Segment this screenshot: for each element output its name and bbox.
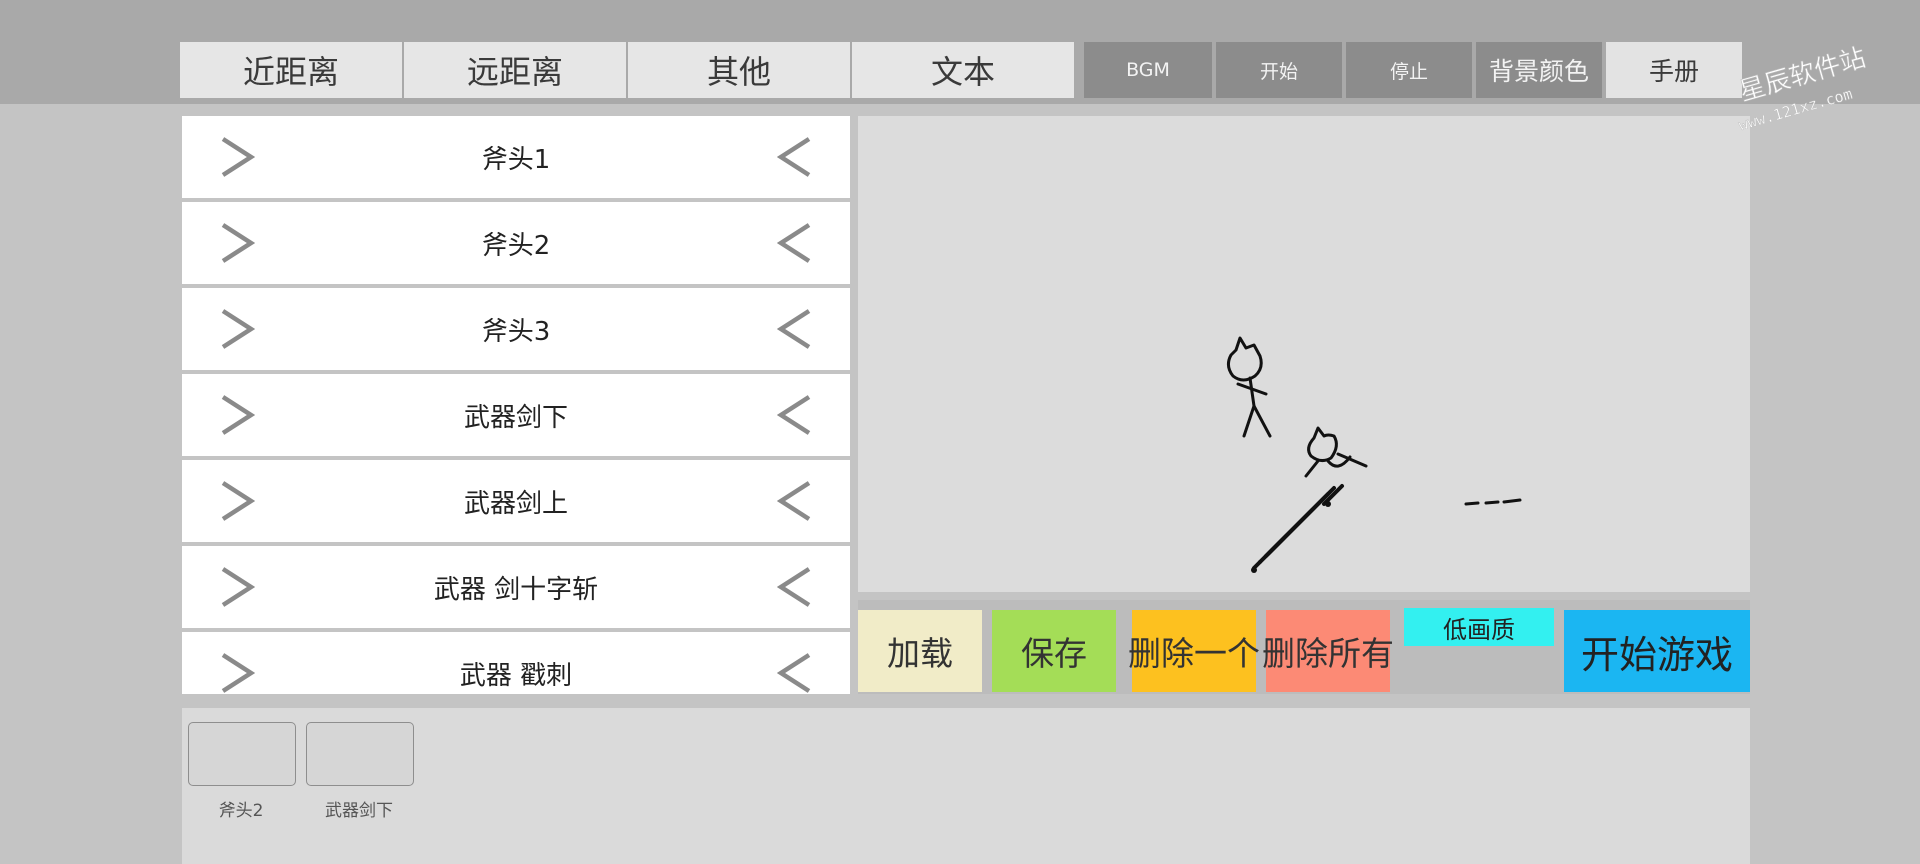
load-button[interactable]: 加载: [858, 610, 982, 692]
preview-canvas[interactable]: [858, 116, 1750, 592]
chevron-right-icon[interactable]: [212, 202, 262, 284]
action-list: 斧头1 斧头2 斧头3 武器剑下武器剑上武器 剑十字斩 武器 戳刺: [182, 116, 850, 694]
timeline-slot[interactable]: [188, 722, 296, 786]
chevron-right-icon[interactable]: [212, 546, 262, 628]
delete-one-button[interactable]: 删除一个: [1128, 610, 1260, 692]
timeline-slot[interactable]: [306, 722, 414, 786]
timeline-slot-label: 斧头2: [218, 801, 264, 821]
tab-ranged[interactable]: 远距离: [404, 42, 626, 98]
play-button[interactable]: 开始: [1216, 42, 1342, 98]
delete-all-button[interactable]: 删除所有: [1262, 610, 1394, 692]
chevron-right-icon[interactable]: [212, 460, 262, 542]
tab-text[interactable]: 文本: [852, 42, 1074, 98]
sword: [1252, 484, 1344, 570]
action-list-item[interactable]: 斧头1: [182, 116, 850, 198]
action-list-item[interactable]: 斧头2: [182, 202, 850, 284]
chevron-left-icon[interactable]: [770, 202, 820, 284]
chevron-right-icon[interactable]: [212, 374, 262, 456]
action-label: 斧头3: [481, 316, 551, 347]
action-list-item[interactable]: 武器 戳刺: [182, 632, 850, 694]
watermark: 星辰软件站 www.121xz.com: [1712, 16, 1902, 136]
chevron-right-icon[interactable]: [212, 632, 262, 694]
tab-melee[interactable]: 近距离: [180, 42, 402, 98]
chevron-left-icon[interactable]: [770, 374, 820, 456]
stop-button[interactable]: 停止: [1346, 42, 1472, 98]
stickman-figure: [1226, 336, 1272, 438]
timeline-slot-label: 武器剑下: [325, 801, 393, 821]
bgm-button[interactable]: BGM: [1084, 42, 1212, 98]
save-button[interactable]: 保存: [992, 610, 1116, 692]
action-label: 武器 戳刺: [459, 660, 573, 691]
action-list-item[interactable]: 斧头3: [182, 288, 850, 370]
category-tabs: 近距离 远距离 其他 文本: [180, 42, 1076, 98]
top-right-buttons: BGM 开始 停止 背景颜色 手册: [1084, 42, 1746, 98]
chevron-left-icon[interactable]: [770, 460, 820, 542]
chevron-left-icon[interactable]: [770, 288, 820, 370]
chevron-left-icon[interactable]: [770, 546, 820, 628]
action-label: 武器 剑十字斩: [433, 574, 599, 605]
action-list-item[interactable]: 武器剑上: [182, 460, 850, 542]
action-label: 武器剑下: [463, 402, 568, 433]
action-label: 斧头1: [481, 144, 551, 175]
low-quality-toggle[interactable]: 低画质: [1404, 608, 1554, 646]
action-list-item[interactable]: 武器 剑十字斩: [182, 546, 850, 628]
chevron-left-icon[interactable]: [770, 632, 820, 694]
control-bar: 加载 保存 删除一个 删除所有 低画质 开始游戏: [858, 600, 1750, 694]
timeline: 斧头2 武器剑下: [182, 708, 1750, 864]
tab-other[interactable]: 其他: [628, 42, 850, 98]
start-game-button[interactable]: 开始游戏: [1564, 610, 1750, 692]
action-label: 斧头2: [481, 230, 551, 261]
chevron-right-icon[interactable]: [212, 288, 262, 370]
action-label: 武器剑上: [463, 488, 568, 519]
stickman-scene: [1226, 336, 1522, 573]
chevron-left-icon[interactable]: [770, 116, 820, 198]
background-color-button[interactable]: 背景颜色: [1476, 42, 1602, 98]
action-list-item[interactable]: 武器剑下: [182, 374, 850, 456]
stickman-figure: [1304, 426, 1368, 478]
chevron-right-icon[interactable]: [212, 116, 262, 198]
